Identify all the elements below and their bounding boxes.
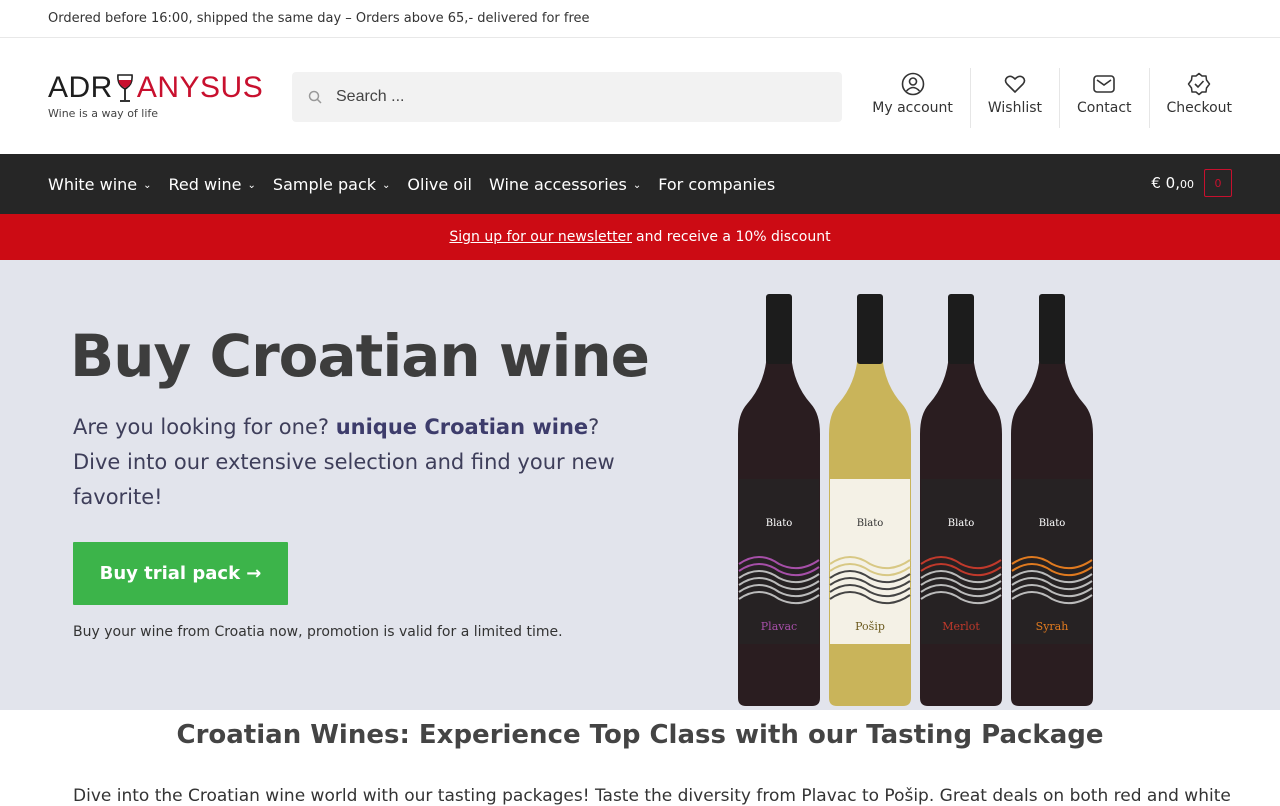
bottle-brand: Blato	[857, 518, 884, 529]
wishlist-link[interactable]: Wishlist	[969, 68, 1059, 128]
hero-title: Buy Croatian wine	[70, 322, 650, 390]
section-title: Croatian Wines: Experience Top Class wit…	[176, 720, 1104, 750]
nav-white-wine-label: White wine	[48, 174, 138, 194]
nav-olive-oil[interactable]: Olive oil	[407, 175, 472, 194]
user-icon	[901, 72, 924, 96]
search-icon	[308, 90, 322, 104]
chevron-down-icon: ⌄	[143, 179, 152, 191]
logo-part-2: ANYSUS	[136, 70, 264, 104]
cart-button[interactable]: € 0,00 0	[1151, 169, 1232, 197]
mail-icon	[1093, 75, 1116, 93]
hero-banner: Buy Croatian wine Are you looking for on…	[0, 260, 1280, 710]
nav-for-companies[interactable]: For companies	[658, 175, 775, 194]
search-input[interactable]	[336, 88, 806, 106]
wine-glass-icon	[114, 73, 136, 103]
newsletter-signup-link[interactable]: Sign up for our newsletter	[449, 229, 632, 245]
wine-bottle: Blato Merlot	[920, 294, 1002, 706]
my-account-label: My account	[872, 100, 953, 116]
bottle-brand: Blato	[1039, 518, 1066, 529]
bottle-brand: Blato	[948, 518, 975, 529]
main-navigation: White wine ⌄ Red wine ⌄ Sample pack ⌄ Ol…	[0, 154, 1280, 214]
wine-bottles-image: Blato Plavac Blato Pošip Blato Merlot Blato Syr…	[738, 294, 1093, 706]
nav-white-wine[interactable]: White wine ⌄	[48, 175, 152, 194]
nav-red-wine[interactable]: Red wine ⌄	[169, 175, 256, 194]
wine-bottle: Blato Syrah	[1011, 294, 1093, 706]
hero-intro-highlight: unique Croatian wine	[335, 415, 589, 439]
cart-total-main: € 0,	[1151, 174, 1180, 192]
site-header: ADR ANYSUS Wine is a way of life Search …	[0, 38, 1280, 154]
header-links: My account Wishlist Contact Checkout	[855, 68, 1232, 128]
buy-trial-pack-button[interactable]: Buy trial pack →	[73, 542, 288, 605]
site-logo[interactable]: ADR ANYSUS Wine is a way of life	[48, 70, 263, 120]
bottle-capsule	[766, 294, 792, 364]
check-badge-icon	[1188, 72, 1211, 96]
bottle-capsule	[948, 294, 974, 364]
cart-total: € 0,00	[1151, 174, 1194, 192]
logo-tagline: Wine is a way of life	[48, 106, 159, 120]
bottle-capsule	[1039, 294, 1065, 364]
bottle-name: Pošip	[855, 620, 885, 633]
promo-text: and receive a 10% discount	[636, 229, 831, 245]
wishlist-label: Wishlist	[987, 100, 1043, 116]
checkout-link[interactable]: Checkout	[1148, 68, 1233, 128]
nav-for-companies-label: For companies	[658, 174, 776, 194]
shipping-info-text: Ordered before 16:00, shipped the same d…	[48, 11, 590, 26]
contact-link[interactable]: Contact	[1059, 68, 1148, 128]
bottle-name: Merlot	[942, 620, 980, 633]
newsletter-promo-bar: Sign up for our newsletter and receive a…	[0, 214, 1280, 260]
tasting-package-section: Croatian Wines: Experience Top Class wit…	[0, 720, 1280, 750]
nav-sample-pack[interactable]: Sample pack ⌄	[273, 175, 391, 194]
nav-olive-oil-label: Olive oil	[407, 174, 472, 194]
nav-red-wine-label: Red wine	[168, 174, 242, 194]
bottle-capsule	[857, 294, 883, 364]
section-text: Dive into the Croatian wine world with o…	[73, 786, 1231, 806]
wine-bottle: Blato Plavac	[738, 294, 820, 706]
bottle-brand: Blato	[766, 518, 793, 529]
bottle-name: Plavac	[761, 620, 797, 633]
logo-part-1: ADR	[48, 70, 113, 104]
chevron-down-icon: ⌄	[247, 179, 256, 191]
shipping-info-bar: Ordered before 16:00, shipped the same d…	[0, 0, 1280, 38]
logo-wordmark: ADR ANYSUS	[48, 70, 263, 104]
bottle-name: Syrah	[1036, 620, 1069, 633]
search-box[interactable]	[292, 72, 842, 122]
hero-intro-start: Are you looking for one?	[73, 415, 336, 439]
chevron-down-icon: ⌄	[632, 179, 642, 191]
nav-wine-accessories[interactable]: Wine accessories ⌄	[489, 175, 641, 194]
cart-total-cents: 00	[1180, 178, 1194, 191]
checkout-label: Checkout	[1166, 100, 1233, 116]
hero-note: Buy your wine from Croatia now, promotio…	[73, 624, 563, 640]
heart-icon	[1004, 75, 1026, 93]
my-account-link[interactable]: My account	[855, 68, 970, 128]
nav-sample-pack-label: Sample pack	[272, 174, 377, 194]
cart-count-badge: 0	[1204, 169, 1232, 197]
chevron-down-icon: ⌄	[382, 179, 391, 191]
wine-bottle: Blato Pošip	[829, 294, 911, 706]
contact-label: Contact	[1077, 100, 1132, 116]
nav-wine-accessories-label: Wine accessories	[488, 174, 627, 194]
hero-intro: Are you looking for one? unique Croatian…	[73, 410, 633, 515]
